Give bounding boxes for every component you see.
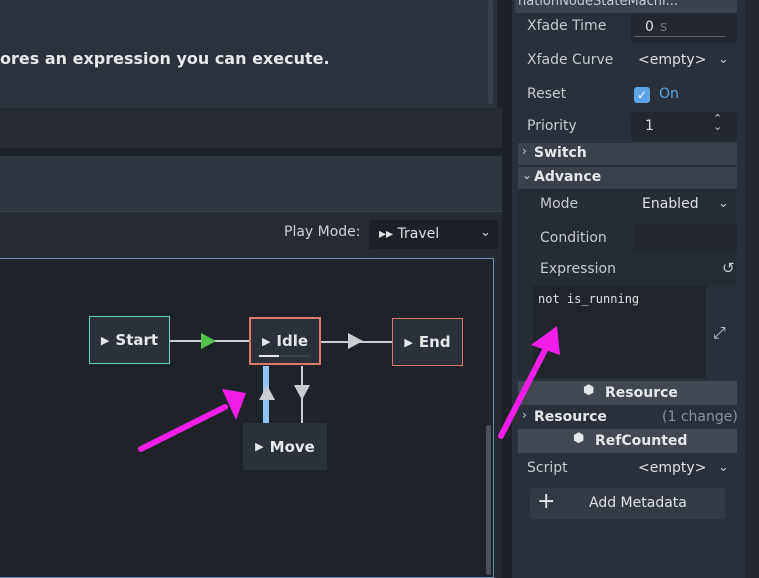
annotation-arrow-expression xyxy=(498,326,560,439)
annotation-arrows xyxy=(138,326,560,452)
annotation-arrow-graph xyxy=(138,389,246,452)
